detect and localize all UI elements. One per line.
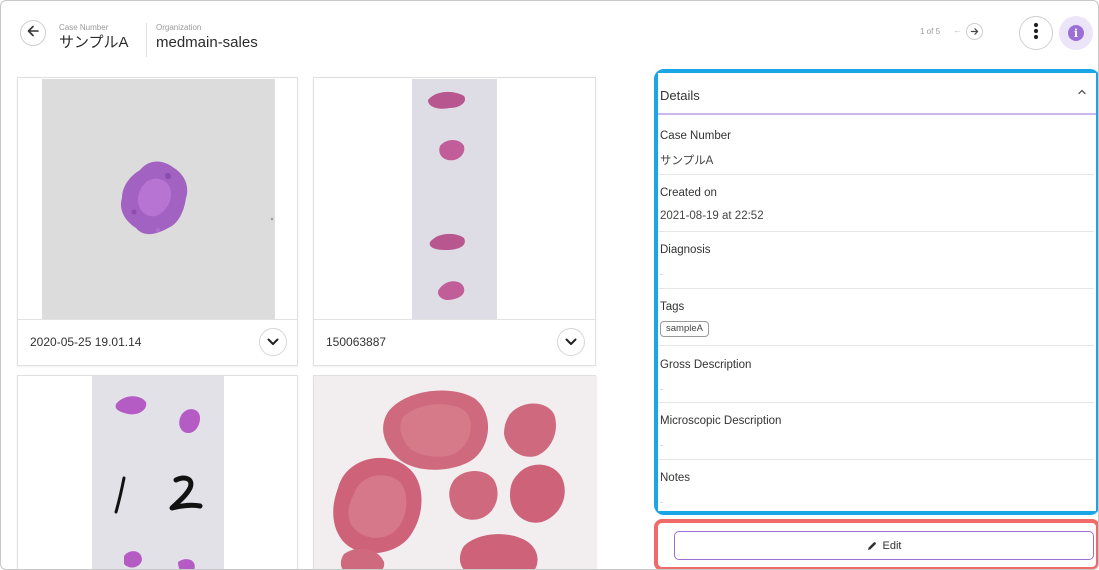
slide-card[interactable]: 150063887 [313,77,596,366]
slide-card[interactable] [313,375,597,569]
case-number-label: Case Number [59,23,109,32]
slide-expand-button[interactable] [259,328,287,356]
tag-chip[interactable]: sampleA [660,321,709,337]
organization-field: Organization medmain-sales [156,23,258,52]
field-label: Case Number [660,130,731,142]
slide-thumbnail[interactable] [314,78,595,320]
diagnosis-detail: Diagnosis - [658,232,1094,289]
details-title: Details [660,88,700,103]
field-value: - [660,497,663,507]
case-number-detail: Case Number サンプルA [658,117,1094,175]
slide-expand-button[interactable] [557,328,585,356]
info-toggle-button[interactable]: i [1059,16,1093,50]
field-value: サンプルA [660,155,714,167]
field-value: - [660,269,663,279]
organization-label: Organization [156,23,202,32]
back-button[interactable] [20,20,46,46]
organization-value: medmain-sales [156,34,258,51]
info-icon: i [1068,25,1084,41]
pencil-icon [867,541,877,551]
field-value: - [660,384,663,394]
field-value: - [660,440,663,450]
slide-thumbnail[interactable] [18,376,297,569]
slide-thumbnail[interactable] [18,78,297,320]
pager-prev-button[interactable]: ← [953,25,962,35]
slide-footer: 2020-05-25 19.01.14 [18,319,297,365]
field-label: Created on [660,187,717,199]
field-label: Notes [660,472,691,484]
edit-label: Edit [882,539,902,552]
field-label: Tags [660,301,685,313]
case-viewer-window: Case Number サンプルA Organization medmain-s… [0,0,1099,570]
created-on-detail: Created on 2021-08-19 at 22:52 [658,175,1094,232]
case-header: Case Number サンプルA Organization medmain-s… [1,1,1098,67]
chevron-down-icon [267,333,279,351]
slide-card[interactable] [17,375,298,569]
field-label: Gross Description [660,359,752,371]
notes-detail: Notes - [658,460,1094,511]
pager-position: 1 of 5 [920,27,941,36]
header-divider [146,23,147,57]
field-value: 2021-08-19 at 22:52 [660,210,764,222]
slide-card[interactable]: 2020-05-25 19.01.14 [17,77,298,366]
arrow-left-icon [26,24,40,43]
case-number-value: サンプルA [59,34,129,51]
microscopic-description-detail: Microscopic Description - [658,403,1094,460]
case-number-field: Case Number サンプルA [59,23,129,52]
slide-name: 150063887 [326,335,387,349]
edit-button[interactable]: Edit [674,531,1094,560]
arrow-right-icon [970,23,979,41]
details-panel: Details Case Number サンプルA Created on 202… [658,73,1096,511]
gross-description-detail: Gross Description - [658,346,1094,403]
details-header[interactable]: Details [658,73,1096,115]
field-label: Microscopic Description [660,415,782,427]
chevron-up-icon[interactable] [1078,87,1086,98]
more-vertical-icon [1033,22,1039,45]
slide-name: 2020-05-25 19.01.14 [30,335,142,349]
slide-footer: 150063887 [314,319,595,365]
tags-detail: Tags sampleA [658,289,1094,346]
slide-thumbnail[interactable] [314,376,597,569]
more-options-button[interactable] [1019,16,1053,50]
field-label: Diagnosis [660,244,711,256]
pager-next-button[interactable] [966,23,983,40]
chevron-down-icon [565,333,577,351]
